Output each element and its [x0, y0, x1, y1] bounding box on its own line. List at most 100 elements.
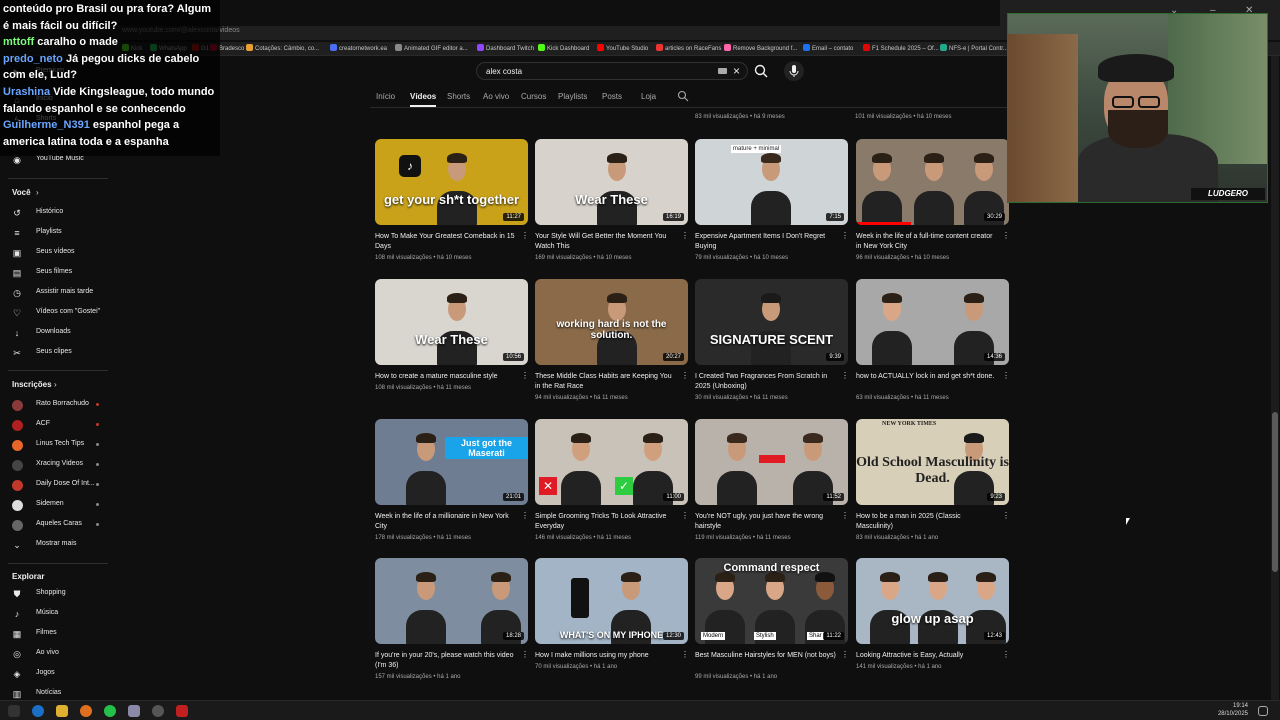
more-options-icon[interactable]: ⋮: [521, 651, 529, 659]
search-box[interactable]: alex costa ×: [476, 62, 748, 80]
video-title[interactable]: How to be a man in 2025 (Classic Masculi…: [856, 512, 998, 532]
bookmark-item[interactable]: articles on RaceFans: [656, 44, 721, 52]
video-thumbnail[interactable]: WHAT'S ON MY IPHONE 12:30: [535, 558, 688, 644]
video-card[interactable]: Modern Stylish Shar Command respect 11:22 Bes…: [695, 558, 849, 688]
video-card[interactable]: SIGNATURE SCENT 9:39 I Created Two Fragran…: [695, 279, 849, 409]
video-thumbnail[interactable]: SIGNATURE SCENT 9:39: [695, 279, 848, 365]
sidebar-item[interactable]: ≡ Playlists: [0, 225, 115, 241]
video-thumbnail[interactable]: ♪ get your sh*t together 11:27: [375, 139, 528, 225]
video-title[interactable]: Simple Grooming Tricks To Look Attractiv…: [535, 512, 677, 532]
video-title[interactable]: How I make millions using my phone: [535, 651, 677, 661]
video-card[interactable]: Wear These 16:19 Your Style Will Get Bette…: [535, 139, 689, 269]
video-thumbnail[interactable]: Just got the Maserati 21:01: [375, 419, 528, 505]
sidebar-item[interactable]: ▤ Seus filmes: [0, 265, 115, 281]
video-title[interactable]: how to ACTUALLY lock in and get sh*t don…: [856, 372, 998, 382]
subscription-item[interactable]: Xracing Videos: [0, 457, 115, 473]
video-title[interactable]: I Created Two Fragrances From Scratch in…: [695, 372, 837, 392]
sidebar-item[interactable]: ↺ Histórico: [0, 205, 115, 221]
bookmark-item[interactable]: Dashboard Twitch: [477, 44, 534, 52]
tab-1[interactable]: Vídeos: [410, 92, 436, 101]
subscription-item[interactable]: Daily Dose Of Int...: [0, 477, 115, 493]
more-options-icon[interactable]: ⋮: [681, 232, 689, 240]
bookmark-item[interactable]: Cotações: Câmbio, co...: [246, 44, 319, 52]
scrollbar-thumb[interactable]: [1272, 412, 1278, 572]
video-card[interactable]: working hard is not the solution. 20:27 Th…: [535, 279, 689, 409]
video-card[interactable]: ♪ get your sh*t together 11:27 How To Make …: [375, 139, 529, 269]
subscription-item[interactable]: Sidemen: [0, 497, 115, 513]
more-options-icon[interactable]: ⋮: [1002, 651, 1010, 659]
video-title[interactable]: If you're in your 20's, please watch thi…: [375, 651, 517, 671]
video-thumbnail[interactable]: Modern Stylish Shar Command respect 11:22: [695, 558, 848, 644]
bookmark-item[interactable]: Animated GIF editor a...: [395, 44, 468, 52]
video-thumbnail[interactable]: 18:28: [375, 558, 528, 644]
subscription-item[interactable]: Aqueles Caras: [0, 517, 115, 533]
discord-taskbar-icon[interactable]: [128, 705, 140, 717]
sidebar-item[interactable]: ◎ Ao vivo: [0, 646, 115, 662]
video-title[interactable]: Week in the life of a millionaire in New…: [375, 512, 517, 532]
video-title[interactable]: Looking Attractive is Easy, Actually: [856, 651, 998, 661]
more-options-icon[interactable]: ⋮: [681, 512, 689, 520]
video-card[interactable]: 11:52 You're NOT ugly, you just have the …: [695, 419, 849, 549]
sidebar-item[interactable]: ▦ Filmes: [0, 626, 115, 642]
sidebar-item[interactable]: ♡ Vídeos com "Gostei": [0, 305, 115, 321]
more-options-icon[interactable]: ⋮: [1002, 232, 1010, 240]
tab-3[interactable]: Ao vivo: [483, 92, 509, 101]
system-clock[interactable]: 19:14 28/10/2025: [1218, 702, 1248, 718]
sidebar-section-subscriptions[interactable]: Inscrições: [12, 380, 52, 389]
show-more-button[interactable]: ⌄ Mostrar mais: [0, 537, 115, 553]
video-card[interactable]: glow up asap 12:43 Looking Attractive is E…: [856, 558, 1010, 688]
video-thumbnail[interactable]: ✕ ✓ 11:00: [535, 419, 688, 505]
video-card[interactable]: NEW YORK TIMES Old School Masculinity is …: [856, 419, 1010, 549]
bookmark-item[interactable]: creatornetwork.ea: [330, 44, 387, 52]
channel-search-icon[interactable]: [677, 90, 689, 102]
sidebar-item[interactable]: ◈ Jogos: [0, 666, 115, 682]
video-thumbnail[interactable]: 30:29: [856, 139, 1009, 225]
video-thumbnail[interactable]: 11:52: [695, 419, 848, 505]
sidebar-item[interactable]: ◷ Assistir mais tarde: [0, 285, 115, 301]
youtube-taskbar-icon[interactable]: [176, 705, 188, 717]
bookmark-item[interactable]: Kick Dashboard: [538, 44, 589, 52]
more-options-icon[interactable]: ⋮: [841, 651, 849, 659]
obs-taskbar-icon[interactable]: [152, 705, 164, 717]
more-options-icon[interactable]: ⋮: [681, 651, 689, 659]
subscription-item[interactable]: ACF: [0, 417, 115, 433]
video-title[interactable]: How To Make Your Greatest Comeback in 15…: [375, 232, 517, 252]
sidebar-item[interactable]: ▣ Seus vídeos: [0, 245, 115, 261]
more-options-icon[interactable]: ⋮: [841, 372, 849, 380]
video-title[interactable]: You're NOT ugly, you just have the wrong…: [695, 512, 837, 532]
more-options-icon[interactable]: ⋮: [1002, 512, 1010, 520]
tab-5[interactable]: Playlists: [558, 92, 587, 101]
bookmark-item[interactable]: Remove Background f...: [724, 44, 797, 52]
video-title[interactable]: How to create a mature masculine style: [375, 372, 517, 382]
scrollbar-track[interactable]: [1271, 56, 1279, 700]
more-options-icon[interactable]: ⋮: [521, 512, 529, 520]
video-card[interactable]: 18:28 If you're in your 20's, please watc…: [375, 558, 529, 688]
video-title[interactable]: Best Masculine Hairstyles for MEN (not b…: [695, 651, 837, 661]
tab-6[interactable]: Posts: [602, 92, 622, 101]
sidebar-item[interactable]: ⛊ Shopping: [0, 586, 115, 602]
app-taskbar-icon[interactable]: [80, 705, 92, 717]
tab-0[interactable]: Início: [376, 92, 395, 101]
more-options-icon[interactable]: ⋮: [681, 372, 689, 380]
search-input[interactable]: alex costa: [486, 67, 522, 76]
keyboard-icon[interactable]: [718, 68, 727, 74]
sidebar-item[interactable]: ♪ Música: [0, 606, 115, 622]
more-options-icon[interactable]: ⋮: [1002, 372, 1010, 380]
tab-7[interactable]: Loja: [641, 92, 656, 101]
video-card[interactable]: ✕ ✓ 11:00 Simple Grooming Tricks To Look At…: [535, 419, 689, 549]
browser-taskbar-icon[interactable]: [32, 705, 44, 717]
video-card[interactable]: Just got the Maserati 21:01 Week in the li…: [375, 419, 529, 549]
voice-search-button[interactable]: [784, 61, 804, 81]
sidebar-item[interactable]: ✂ Seus clipes: [0, 345, 115, 361]
whatsapp-taskbar-icon[interactable]: [104, 705, 116, 717]
video-title[interactable]: These Middle Class Habits are Keeping Yo…: [535, 372, 677, 392]
more-options-icon[interactable]: ⋮: [521, 372, 529, 380]
bookmark-item[interactable]: F1 Schedule 2025 – Of...: [863, 44, 939, 52]
bookmark-item[interactable]: YouTube Studio: [597, 44, 648, 52]
windows-start-icon[interactable]: [8, 705, 20, 717]
video-thumbnail[interactable]: working hard is not the solution. 20:27: [535, 279, 688, 365]
bookmark-item[interactable]: Email – contato: [803, 44, 853, 52]
sidebar-section-you[interactable]: Você: [12, 188, 31, 197]
video-card[interactable]: Wear These 10:56 How to create a mature ma…: [375, 279, 529, 409]
subscription-item[interactable]: Linus Tech Tips: [0, 437, 115, 453]
